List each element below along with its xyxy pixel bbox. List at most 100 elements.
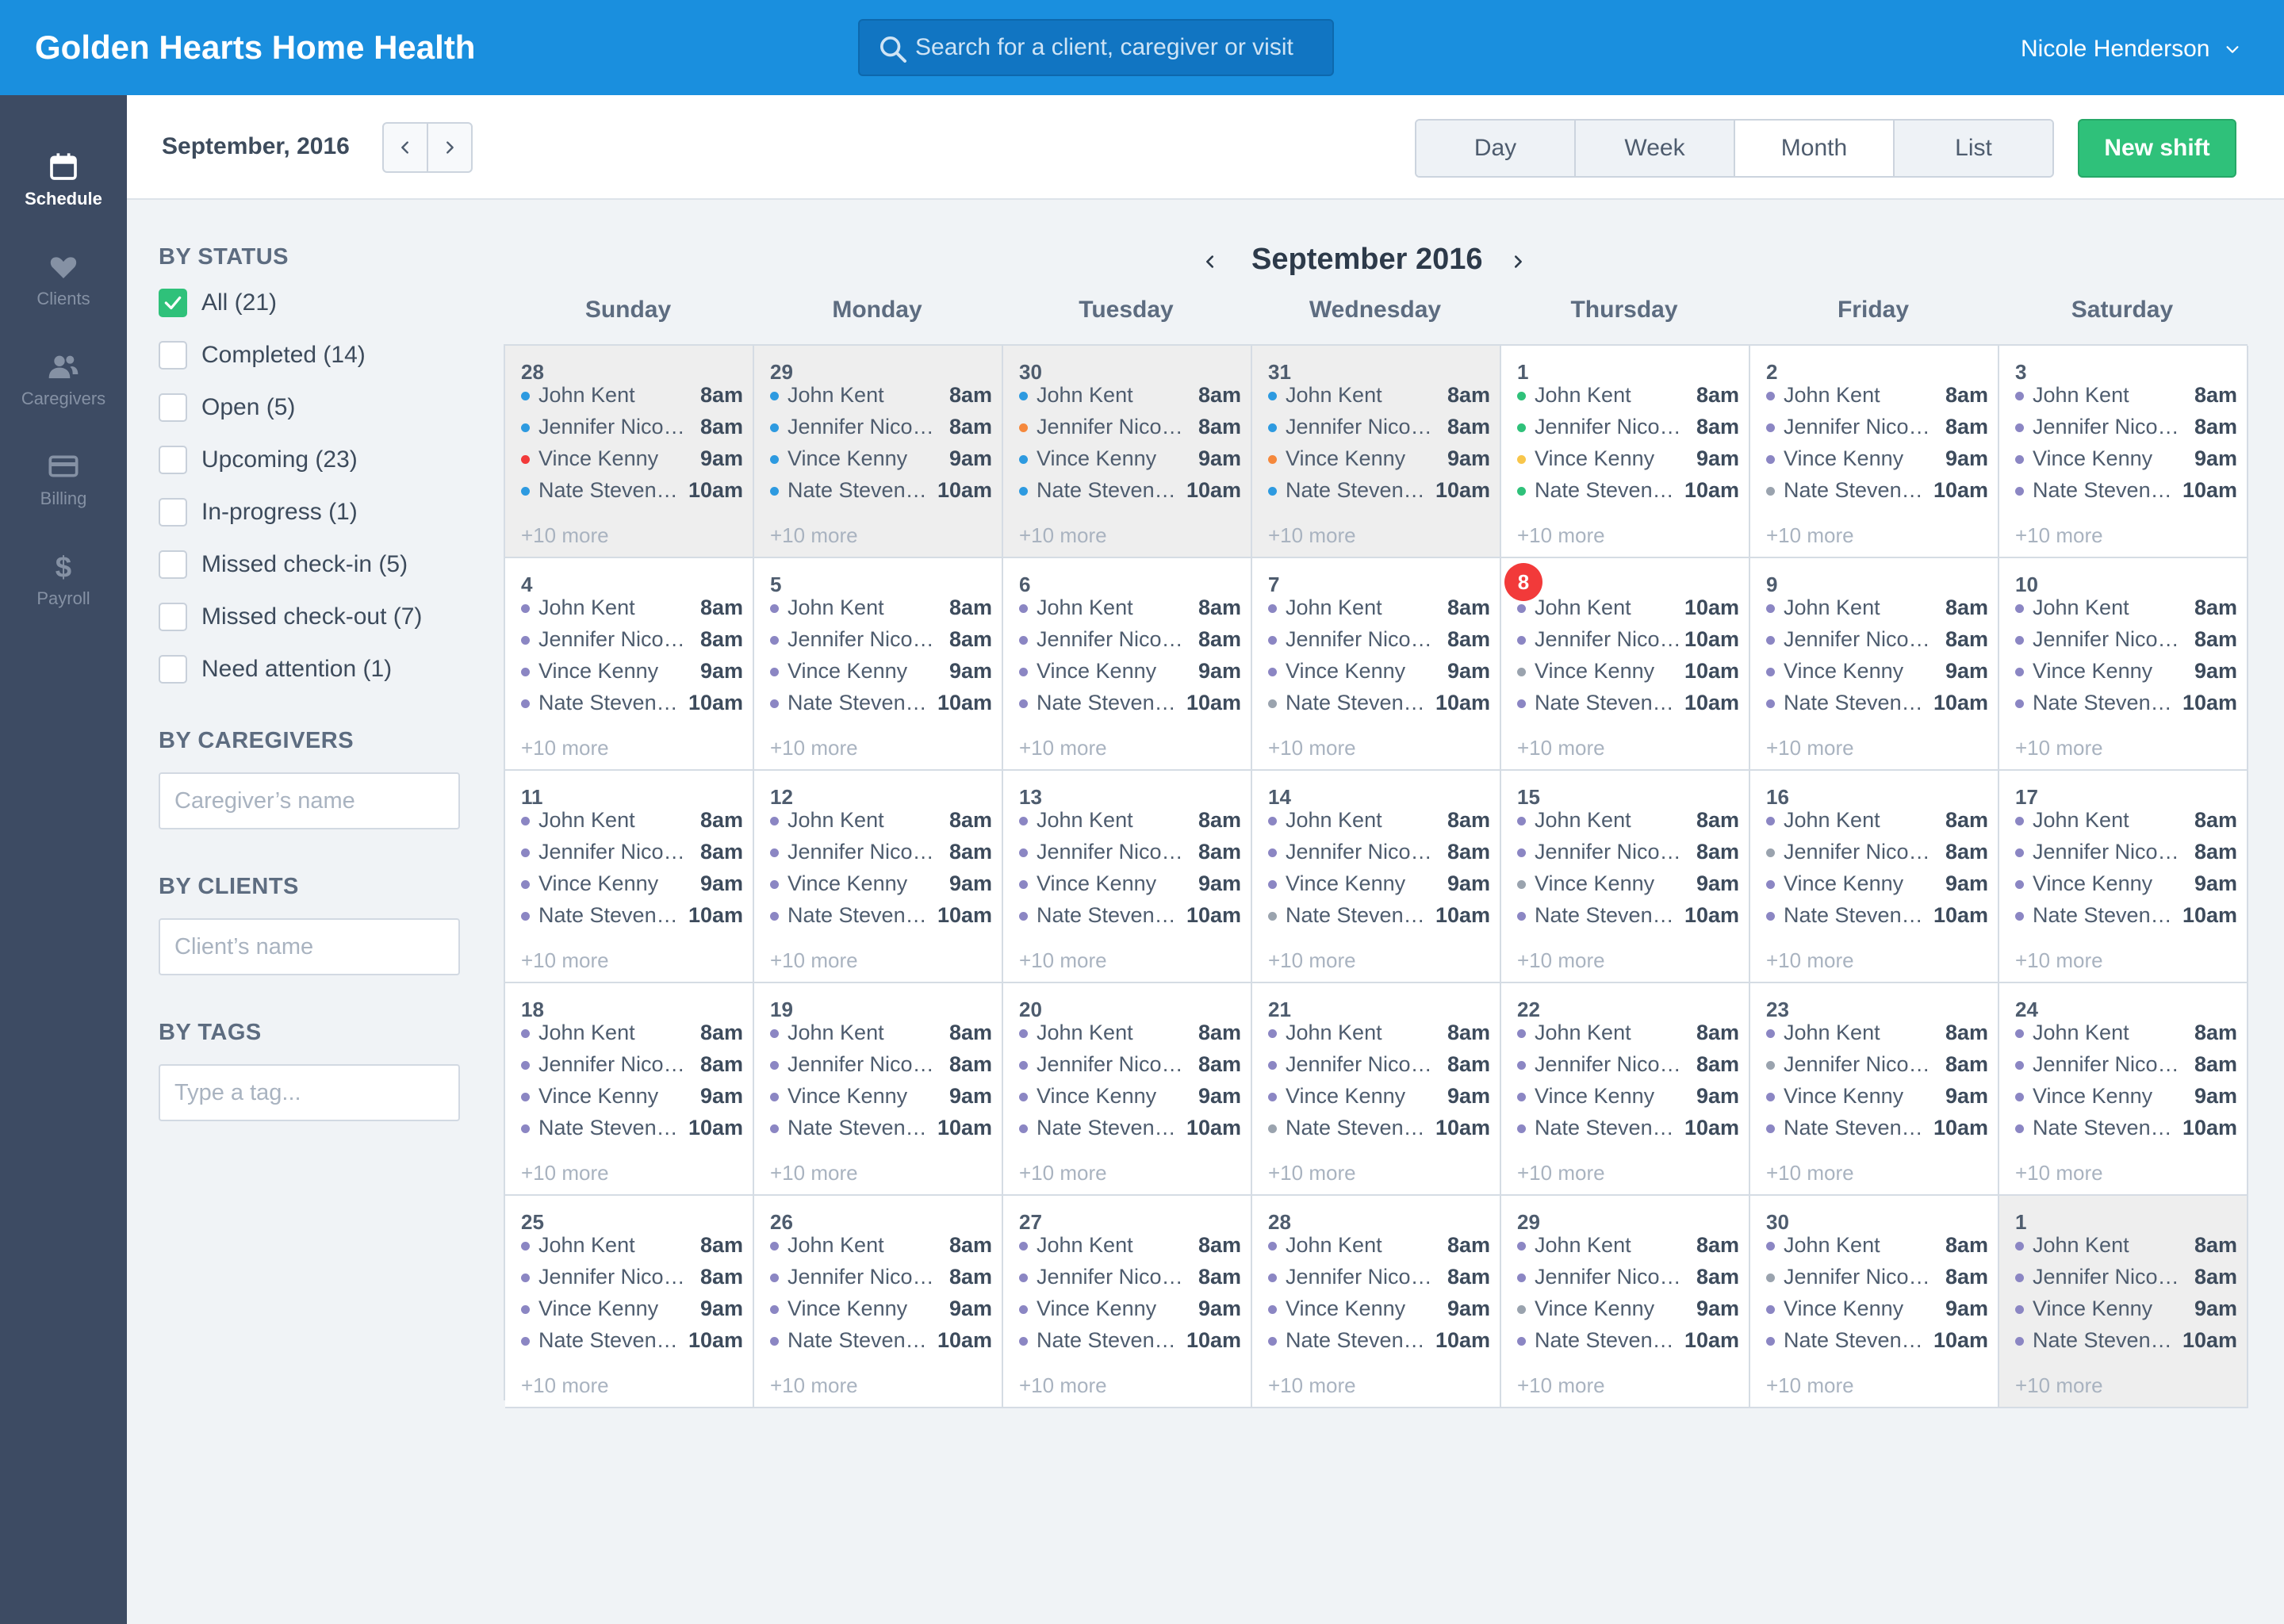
shift-item[interactable]: Jennifer Nicolas 8am xyxy=(1766,625,1988,653)
shift-item[interactable]: Nate Stevenson 10am xyxy=(2015,476,2237,504)
day-cell[interactable]: 29 John Kent 8am Jennifer Nicolas 8am Vince K… xyxy=(754,346,1003,558)
status-filter-item[interactable]: Completed (14) xyxy=(159,339,366,371)
shift-item[interactable]: Nate Stevenson 10am xyxy=(770,688,992,717)
more-shifts-link[interactable]: +10 more xyxy=(1019,736,1107,760)
shift-item[interactable]: Nate Stevenson 10am xyxy=(770,901,992,929)
more-shifts-link[interactable]: +10 more xyxy=(1019,523,1107,548)
more-shifts-link[interactable]: +10 more xyxy=(1517,523,1605,548)
shift-item[interactable]: Nate Stevenson 10am xyxy=(2015,1326,2237,1354)
shift-item[interactable]: Nate Stevenson 10am xyxy=(770,1113,992,1142)
shift-item[interactable]: Vince Kenny 10am xyxy=(1517,657,1739,685)
shift-item[interactable]: John Kent 8am xyxy=(521,806,743,834)
shift-item[interactable]: Vince Kenny 9am xyxy=(2015,1082,2237,1110)
checkbox[interactable] xyxy=(159,341,187,370)
shift-item[interactable]: John Kent 8am xyxy=(1766,806,1988,834)
shift-item[interactable]: John Kent 8am xyxy=(1019,806,1241,834)
shift-item[interactable]: Vince Kenny 9am xyxy=(1766,869,1988,898)
shift-item[interactable]: Vince Kenny 9am xyxy=(1268,1294,1490,1323)
shift-item[interactable]: John Kent 8am xyxy=(2015,381,2237,409)
shift-item[interactable]: Jennifer Nicolas 10am xyxy=(1517,625,1739,653)
more-shifts-link[interactable]: +10 more xyxy=(1766,1373,1854,1398)
shift-item[interactable]: Vince Kenny 9am xyxy=(2015,657,2237,685)
shift-item[interactable]: Nate Stevenson 10am xyxy=(1766,688,1988,717)
more-shifts-link[interactable]: +10 more xyxy=(2015,1373,2103,1398)
more-shifts-link[interactable]: +10 more xyxy=(1517,1373,1605,1398)
shift-item[interactable]: Vince Kenny 9am xyxy=(521,1082,743,1110)
shift-item[interactable]: Nate Stevenson 10am xyxy=(1019,901,1241,929)
more-shifts-link[interactable]: +10 more xyxy=(521,523,609,548)
shift-item[interactable]: Jennifer Nicolas 8am xyxy=(521,625,743,653)
shift-item[interactable]: Nate Stevenson 10am xyxy=(1517,1326,1739,1354)
tab-day[interactable]: Day xyxy=(1416,121,1574,176)
caregiver-name-input[interactable] xyxy=(159,772,460,829)
shift-item[interactable]: John Kent 8am xyxy=(1517,1018,1739,1047)
shift-item[interactable]: John Kent 8am xyxy=(2015,1231,2237,1259)
status-filter-item[interactable]: In-progress (1) xyxy=(159,496,358,528)
shift-item[interactable]: Nate Stevenson 10am xyxy=(521,476,743,504)
shift-item[interactable]: John Kent 8am xyxy=(521,1231,743,1259)
shift-item[interactable]: Nate Stevenson 10am xyxy=(1766,1326,1988,1354)
day-cell[interactable]: 20 John Kent 8am Jennifer Nicolas 8am Vince K… xyxy=(1003,983,1252,1196)
shift-item[interactable]: John Kent 8am xyxy=(1019,593,1241,622)
shift-item[interactable]: John Kent 8am xyxy=(1766,1018,1988,1047)
day-cell[interactable]: 25 John Kent 8am Jennifer Nicolas 8am Vince K… xyxy=(505,1196,754,1408)
shift-item[interactable]: Jennifer Nicolas 8am xyxy=(1517,412,1739,441)
shift-item[interactable]: Jennifer Nicolas 8am xyxy=(1268,1262,1490,1291)
sidebar-item-caregivers[interactable]: Caregivers xyxy=(0,350,127,438)
more-shifts-link[interactable]: +10 more xyxy=(2015,736,2103,760)
shift-item[interactable]: John Kent 8am xyxy=(1517,381,1739,409)
shift-item[interactable]: John Kent 8am xyxy=(770,381,992,409)
shift-item[interactable]: John Kent 8am xyxy=(770,1231,992,1259)
day-cell[interactable]: 21 John Kent 8am Jennifer Nicolas 8am Vince K… xyxy=(1252,983,1501,1196)
shift-item[interactable]: Vince Kenny 9am xyxy=(1766,444,1988,473)
more-shifts-link[interactable]: +10 more xyxy=(1766,1161,1854,1185)
shift-item[interactable]: Nate Stevenson 10am xyxy=(770,476,992,504)
day-cell[interactable]: 5 John Kent 8am Jennifer Nicolas 8am Vince Ke… xyxy=(754,558,1003,771)
shift-item[interactable]: John Kent 8am xyxy=(1268,593,1490,622)
shift-item[interactable]: Nate Stevenson 10am xyxy=(2015,1113,2237,1142)
day-cell[interactable]: 31 John Kent 8am Jennifer Nicolas 8am Vince K… xyxy=(1252,346,1501,558)
more-shifts-link[interactable]: +10 more xyxy=(770,1161,858,1185)
shift-item[interactable]: Jennifer Nicolas 8am xyxy=(2015,837,2237,866)
shift-item[interactable]: Vince Kenny 9am xyxy=(2015,1294,2237,1323)
shift-item[interactable]: John Kent 8am xyxy=(2015,1018,2237,1047)
client-name-input[interactable] xyxy=(159,918,460,975)
shift-item[interactable]: Jennifer Nicolas 8am xyxy=(2015,412,2237,441)
shift-item[interactable]: John Kent 8am xyxy=(521,381,743,409)
shift-item[interactable]: John Kent 8am xyxy=(2015,593,2237,622)
day-cell[interactable]: 3 John Kent 8am Jennifer Nicolas 8am Vince Ke… xyxy=(1999,346,2248,558)
shift-item[interactable]: Jennifer Nicolas 8am xyxy=(521,1262,743,1291)
day-cell[interactable]: 22 John Kent 8am Jennifer Nicolas 8am Vince K… xyxy=(1501,983,1750,1196)
shift-item[interactable]: Nate Stevenson 10am xyxy=(1766,901,1988,929)
shift-item[interactable]: Vince Kenny 9am xyxy=(770,444,992,473)
more-shifts-link[interactable]: +10 more xyxy=(1268,948,1356,973)
shift-item[interactable]: Jennifer Nicolas 8am xyxy=(1766,1262,1988,1291)
shift-item[interactable]: Nate Stevenson 10am xyxy=(1268,688,1490,717)
shift-item[interactable]: Vince Kenny 9am xyxy=(1019,1082,1241,1110)
shift-item[interactable]: Nate Stevenson 10am xyxy=(521,1113,743,1142)
shift-item[interactable]: John Kent 8am xyxy=(521,1018,743,1047)
shift-item[interactable]: Jennifer Nicolas 8am xyxy=(1019,837,1241,866)
day-cell[interactable]: 6 John Kent 8am Jennifer Nicolas 8am Vince Ke… xyxy=(1003,558,1252,771)
sidebar-item-schedule[interactable]: Schedule xyxy=(0,151,127,238)
shift-item[interactable]: John Kent 8am xyxy=(770,593,992,622)
day-cell[interactable]: 1 John Kent 8am Jennifer Nicolas 8am Vince Ke… xyxy=(1501,346,1750,558)
shift-item[interactable]: John Kent 8am xyxy=(2015,806,2237,834)
shift-item[interactable]: Nate Stevenson 10am xyxy=(1766,476,1988,504)
shift-item[interactable]: Nate Stevenson 10am xyxy=(1019,688,1241,717)
shift-item[interactable]: Jennifer Nicolas 8am xyxy=(1517,1050,1739,1078)
more-shifts-link[interactable]: +10 more xyxy=(2015,523,2103,548)
checkbox[interactable] xyxy=(159,550,187,579)
shift-item[interactable]: Nate Stevenson 10am xyxy=(1517,476,1739,504)
shift-item[interactable]: Vince Kenny 9am xyxy=(1019,657,1241,685)
day-cell[interactable]: 24 John Kent 8am Jennifer Nicolas 8am Vince K… xyxy=(1999,983,2248,1196)
shift-item[interactable]: Vince Kenny 9am xyxy=(770,657,992,685)
checkbox[interactable] xyxy=(159,655,187,684)
calendar-next-button[interactable] xyxy=(1505,249,1531,274)
shift-item[interactable]: Vince Kenny 9am xyxy=(2015,444,2237,473)
shift-item[interactable]: John Kent 8am xyxy=(770,1018,992,1047)
more-shifts-link[interactable]: +10 more xyxy=(2015,1161,2103,1185)
shift-item[interactable]: Vince Kenny 9am xyxy=(1268,657,1490,685)
more-shifts-link[interactable]: +10 more xyxy=(1517,1161,1605,1185)
shift-item[interactable]: Jennifer Nicolas 8am xyxy=(770,412,992,441)
